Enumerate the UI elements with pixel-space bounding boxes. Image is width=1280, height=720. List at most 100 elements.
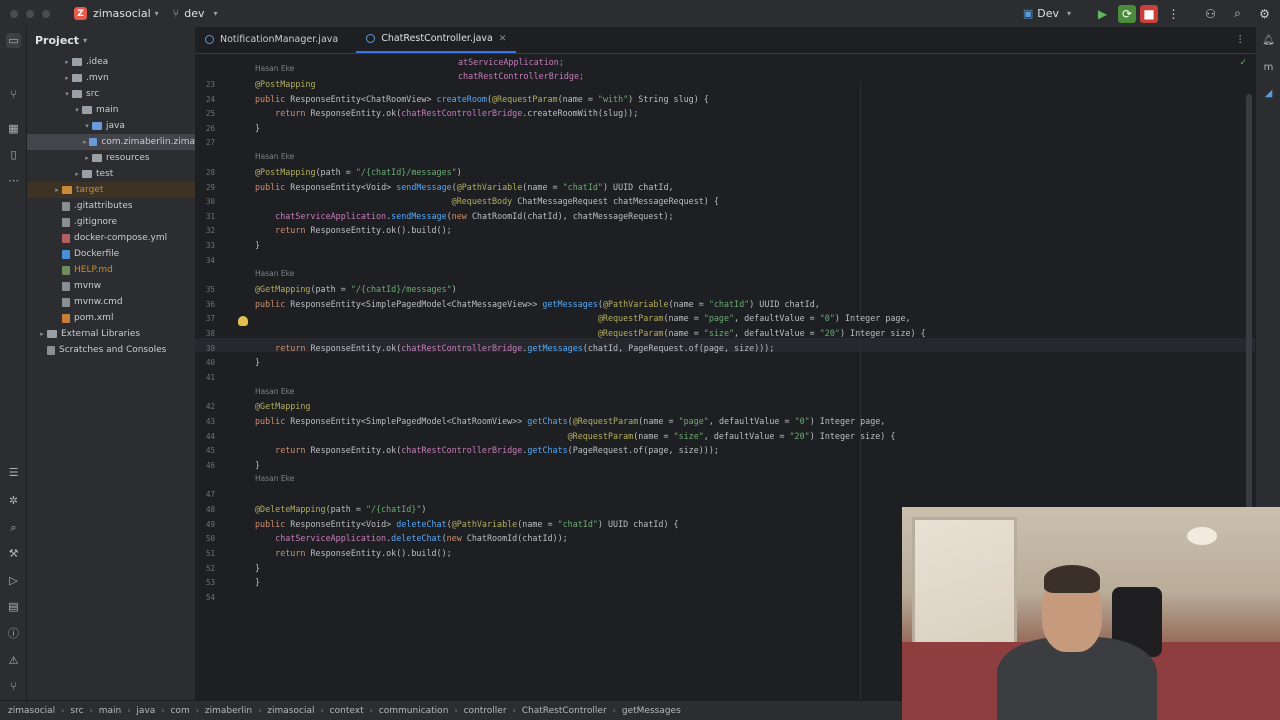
tree-item[interactable]: ▾ src [27,86,195,102]
warning-icon[interactable]: ⚠ [6,653,21,668]
line-number: 38 [205,329,215,338]
editor-scrollbar[interactable] [1246,94,1252,534]
tree-item[interactable]: HELP.md [27,262,195,278]
code-line: @RequestParam(name = "size", defaultValu… [567,431,896,441]
code-line: @RequestBody ChatMessageRequest chatMess… [451,196,719,206]
close-window-button[interactable] [10,9,18,18]
code-line: chatServiceApplication.sendMessage(new C… [275,211,674,221]
breadcrumb-item[interactable]: communication [379,706,449,716]
tree-item[interactable]: mvnw [27,278,195,294]
terminal-icon[interactable]: ▤ [6,599,21,614]
more-tools-icon[interactable]: ⋯ [6,173,21,188]
tree-item-label: docker-compose.yml [74,233,168,243]
tree-item[interactable]: pom.xml [27,310,195,326]
window-controls[interactable] [10,9,50,18]
tree-item-label: main [96,105,119,115]
tree-item[interactable]: mvnw.cmd [27,294,195,310]
minimize-window-button[interactable] [26,9,34,18]
expand-arrow-icon[interactable]: ▾ [82,122,92,130]
gear-icon[interactable]: ⚙ [1253,2,1276,25]
line-number: 30 [205,197,215,206]
lightbulb-icon[interactable] [238,316,248,326]
run-tool-icon[interactable]: ▷ [6,573,21,588]
structure-icon[interactable]: ▦ [6,121,21,136]
code-author-hint[interactable]: Hasan Eke [255,269,294,278]
code-line: } [255,357,261,367]
code-author-hint[interactable]: Hasan Eke [255,64,294,73]
tab-chat-rest-controller[interactable]: ChatRestController.java ✕ [356,26,517,53]
breadcrumb-item[interactable]: src [70,706,83,716]
maven-icon[interactable]: m [1261,60,1276,75]
run-icon[interactable]: ▶ [1091,2,1114,25]
breadcrumb-item[interactable]: zimaberlin [205,706,252,716]
more-options-icon[interactable]: ⋮ [1162,2,1185,25]
tree-item[interactable]: ▸ .mvn [27,70,195,86]
breadcrumb-item[interactable]: context [330,706,364,716]
chevron-down-icon: ▾ [1066,9,1071,18]
tree-item[interactable]: Scratches and Consoles [27,342,195,358]
tree-item[interactable]: ▾ java [27,118,195,134]
todo-list-icon[interactable]: ☰ [6,465,21,480]
ai-assistant-icon[interactable]: ◢ [1261,86,1276,101]
code-author-hint[interactable]: Hasan Eke [255,387,294,396]
project-switcher[interactable]: zimasocial [93,7,151,20]
tree-item[interactable]: Dockerfile [27,246,195,262]
tree-item[interactable]: .gitattributes [27,198,195,214]
tree-item[interactable]: ▸ External Libraries [27,326,195,342]
breadcrumb-item[interactable]: ChatRestController [522,706,607,716]
project-badge[interactable]: Z [74,7,87,20]
breadcrumb-item[interactable]: main [99,706,122,716]
expand-arrow-icon[interactable]: ▸ [62,74,72,82]
branch-switcher[interactable]: ⑂ dev ▾ [173,7,218,20]
search-icon[interactable]: ⌕ [1226,2,1249,25]
notifications-icon[interactable]: 🔔︎ [1261,33,1276,48]
expand-arrow-icon[interactable]: ▸ [37,330,47,338]
close-icon[interactable]: ✕ [499,34,507,44]
breadcrumb-item[interactable]: getMessages [622,706,681,716]
git-icon[interactable]: ⑂ [6,679,21,694]
breadcrumb-item[interactable]: java [136,706,155,716]
expand-arrow-icon[interactable]: ▸ [62,58,72,66]
maximize-window-button[interactable] [42,9,50,18]
project-panel-header[interactable]: Project ▾ [27,27,195,54]
debug-icon[interactable]: ⟳ [1118,4,1136,23]
code-author-hint[interactable]: Hasan Eke [255,152,294,161]
breadcrumb-item[interactable]: zimasocial [267,706,314,716]
tree-item[interactable]: ▸ .idea [27,54,195,70]
bookmark-icon[interactable]: ▯ [6,147,21,162]
commit-icon[interactable]: ⑂ [6,87,21,102]
tree-item[interactable]: ▸ test [27,166,195,182]
chevron-down-icon: ▾ [83,36,88,45]
line-number: 45 [205,446,215,455]
expand-arrow-icon[interactable]: ▾ [72,106,82,114]
tree-item[interactable]: ▸ target [27,182,195,198]
breadcrumb-item[interactable]: zimasocial [8,706,55,716]
tabs-more-icon[interactable]: ⋮ [1226,26,1256,53]
expand-arrow-icon[interactable]: ▸ [82,154,92,162]
tree-item[interactable]: ▾ main [27,102,195,118]
editor-tabs: NotificationManager.java ChatRestControl… [195,27,1255,54]
tree-item[interactable]: ▸ resources [27,150,195,166]
stop-icon[interactable]: ■ [1140,4,1158,23]
expand-arrow-icon[interactable]: ▸ [81,138,89,146]
build-icon[interactable]: ⚒ [6,546,21,561]
line-number: 35 [205,285,215,294]
find-icon[interactable]: ⌕ [6,520,21,535]
tree-item[interactable]: ▸ com.zimaberlin.zima [27,134,195,150]
code-line: } [255,563,261,573]
breadcrumb-item[interactable]: com [170,706,189,716]
expand-arrow-icon[interactable]: ▸ [72,170,82,178]
code-author-hint[interactable]: Hasan Eke [255,474,294,483]
line-number: 42 [205,402,215,411]
tree-item[interactable]: docker-compose.yml [27,230,195,246]
project-folder-icon[interactable]: ▭ [6,33,21,48]
problems-icon[interactable]: ⓘ [6,626,21,641]
expand-arrow-icon[interactable]: ▾ [62,90,72,98]
expand-arrow-icon[interactable]: ▸ [52,186,62,194]
add-user-icon[interactable]: ⚇ [1199,2,1222,25]
breadcrumb-item[interactable]: controller [464,706,507,716]
services-icon[interactable]: ✲ [6,493,21,508]
tab-notification-manager[interactable]: NotificationManager.java [195,26,348,53]
tree-item[interactable]: .gitignore [27,214,195,230]
run-configuration-selector[interactable]: ▣ Dev ▾ [1023,7,1071,20]
